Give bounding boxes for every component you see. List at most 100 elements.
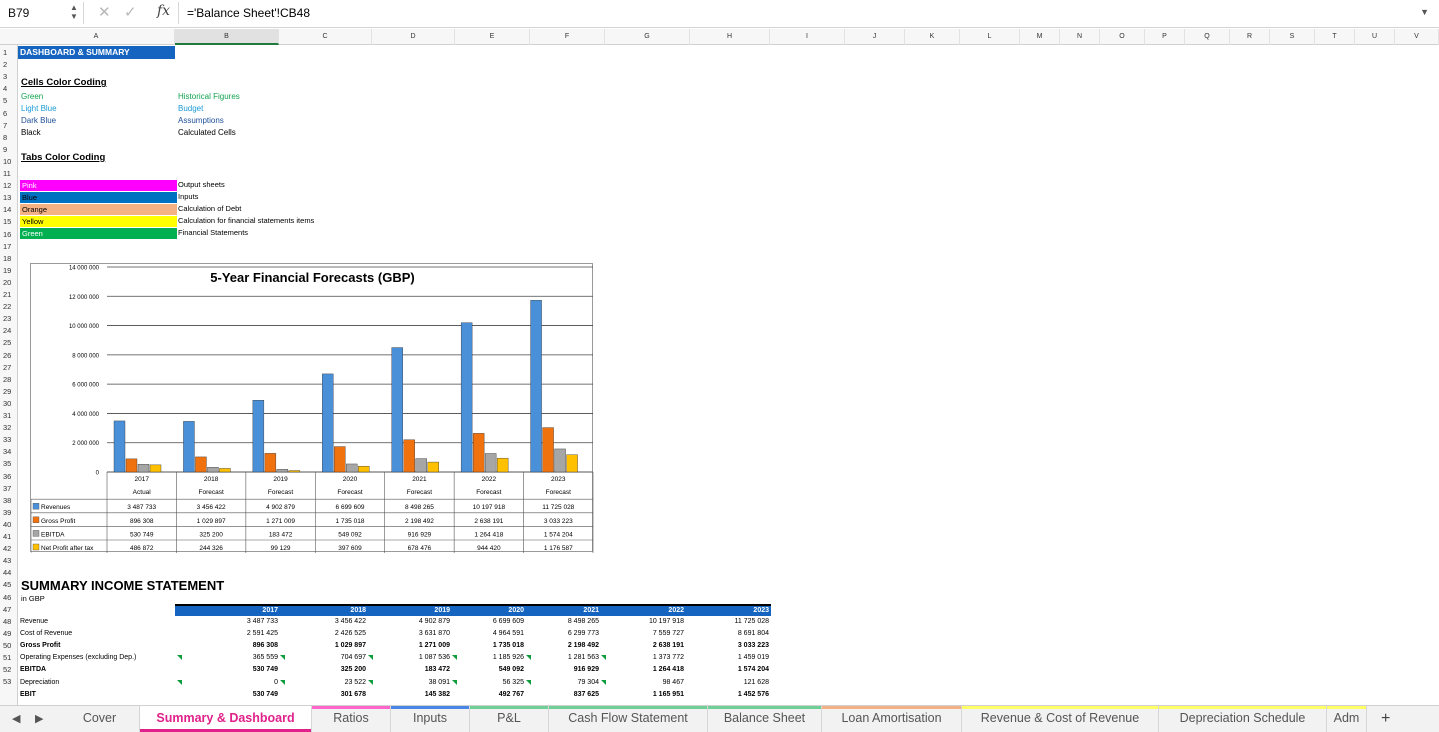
- summary-cell[interactable]: 56 325: [464, 679, 524, 686]
- cancel-icon[interactable]: ✕: [98, 3, 111, 21]
- row-header-24[interactable]: 24: [0, 326, 18, 335]
- formula-input[interactable]: ='Balance Sheet'!CB48: [178, 2, 1418, 24]
- summary-cell[interactable]: 3 631 870: [390, 630, 450, 637]
- summary-cell[interactable]: 530 749: [218, 691, 278, 698]
- summary-cell[interactable]: 2 591 425: [218, 630, 278, 637]
- summary-cell[interactable]: 1 735 018: [464, 642, 524, 649]
- sheet-tab-inputs[interactable]: Inputs: [391, 706, 470, 732]
- row-header-41[interactable]: 41: [0, 532, 18, 541]
- row-header-40[interactable]: 40: [0, 520, 18, 529]
- column-header-i[interactable]: I: [770, 29, 845, 45]
- row-header-46[interactable]: 46: [0, 593, 18, 602]
- row-header-38[interactable]: 38: [0, 496, 18, 505]
- add-sheet-icon[interactable]: +: [1381, 710, 1390, 728]
- column-header-a[interactable]: A: [18, 29, 175, 45]
- column-header-v[interactable]: V: [1395, 29, 1439, 45]
- sheet-tab-adm[interactable]: Adm: [1327, 706, 1367, 732]
- row-header-5[interactable]: 5: [0, 96, 18, 105]
- column-header-n[interactable]: N: [1060, 29, 1100, 45]
- column-header-s[interactable]: S: [1270, 29, 1315, 45]
- summary-cell[interactable]: 1 281 563: [539, 654, 599, 661]
- summary-cell[interactable]: 8 498 265: [539, 618, 599, 625]
- column-header-t[interactable]: T: [1315, 29, 1355, 45]
- column-header-o[interactable]: O: [1100, 29, 1145, 45]
- row-header-20[interactable]: 20: [0, 278, 18, 287]
- column-header-m[interactable]: M: [1020, 29, 1060, 45]
- row-header-26[interactable]: 26: [0, 351, 18, 360]
- row-header-28[interactable]: 28: [0, 375, 18, 384]
- row-header-2[interactable]: 2: [0, 60, 18, 69]
- sheet-tab-cover[interactable]: Cover: [60, 706, 140, 732]
- summary-cell[interactable]: 38 091: [390, 679, 450, 686]
- summary-cell[interactable]: 1 271 009: [390, 642, 450, 649]
- sheet-tab-cash-flow-statement[interactable]: Cash Flow Statement: [549, 706, 708, 732]
- column-header-d[interactable]: D: [372, 29, 455, 45]
- column-header-e[interactable]: E: [455, 29, 530, 45]
- row-header-25[interactable]: 25: [0, 338, 18, 347]
- row-header-6[interactable]: 6: [0, 109, 18, 118]
- row-header-33[interactable]: 33: [0, 435, 18, 444]
- row-header-39[interactable]: 39: [0, 508, 18, 517]
- summary-cell[interactable]: 1 087 536: [390, 654, 450, 661]
- column-header-f[interactable]: F: [530, 29, 605, 45]
- summary-cell[interactable]: 1 459 019: [709, 654, 769, 661]
- column-header-p[interactable]: P: [1145, 29, 1185, 45]
- row-header-11[interactable]: 11: [0, 169, 18, 178]
- column-header-r[interactable]: R: [1230, 29, 1270, 45]
- summary-cell[interactable]: 183 472: [390, 666, 450, 673]
- row-header-3[interactable]: 3: [0, 72, 18, 81]
- row-header-52[interactable]: 52: [0, 665, 18, 674]
- summary-cell[interactable]: 23 522: [306, 679, 366, 686]
- column-header-q[interactable]: Q: [1185, 29, 1230, 45]
- sheet-tab-summary-dashboard[interactable]: Summary & Dashboard: [140, 706, 312, 732]
- row-header-18[interactable]: 18: [0, 254, 18, 263]
- summary-cell[interactable]: 7 559 727: [624, 630, 684, 637]
- summary-cell[interactable]: 549 092: [464, 666, 524, 673]
- fx-icon[interactable]: fx: [157, 3, 170, 19]
- column-header-h[interactable]: H: [690, 29, 770, 45]
- summary-cell[interactable]: 0: [218, 679, 278, 686]
- row-header-45[interactable]: 45: [0, 580, 18, 589]
- summary-cell[interactable]: 837 625: [539, 691, 599, 698]
- summary-cell[interactable]: 1 185 926: [464, 654, 524, 661]
- summary-cell[interactable]: 11 725 028: [709, 618, 769, 625]
- name-box-stepper-icon[interactable]: ▲ ▼: [70, 3, 78, 21]
- column-header-k[interactable]: K: [905, 29, 960, 45]
- tab-next-icon[interactable]: ▶: [35, 712, 43, 725]
- row-header-19[interactable]: 19: [0, 266, 18, 275]
- row-header-51[interactable]: 51: [0, 653, 18, 662]
- row-header-47[interactable]: 47: [0, 605, 18, 614]
- row-header-43[interactable]: 43: [0, 556, 18, 565]
- summary-cell[interactable]: 704 697: [306, 654, 366, 661]
- forecast-chart[interactable]: 0 2 000 000 4 000 000 6 000 000 8 000 000 10 …: [30, 263, 594, 553]
- summary-cell[interactable]: 3 456 422: [306, 618, 366, 625]
- worksheet-grid[interactable]: DASHBOARD & SUMMARY Cells Color Coding G…: [18, 45, 1439, 705]
- row-header-23[interactable]: 23: [0, 314, 18, 323]
- row-header-29[interactable]: 29: [0, 387, 18, 396]
- summary-cell[interactable]: 3 487 733: [218, 618, 278, 625]
- row-header-50[interactable]: 50: [0, 641, 18, 650]
- summary-cell[interactable]: 1 264 418: [624, 666, 684, 673]
- row-header-35[interactable]: 35: [0, 459, 18, 468]
- row-header-27[interactable]: 27: [0, 363, 18, 372]
- row-header-4[interactable]: 4: [0, 84, 18, 93]
- row-header-30[interactable]: 30: [0, 399, 18, 408]
- summary-cell[interactable]: 2 638 191: [624, 642, 684, 649]
- sheet-tab-balance-sheet[interactable]: Balance Sheet: [708, 706, 822, 732]
- row-header-32[interactable]: 32: [0, 423, 18, 432]
- row-header-1[interactable]: 1: [0, 48, 18, 57]
- row-header-48[interactable]: 48: [0, 617, 18, 626]
- summary-cell[interactable]: 121 628: [709, 679, 769, 686]
- confirm-icon[interactable]: ✓: [124, 3, 137, 21]
- chevron-down-icon[interactable]: ▼: [1420, 7, 1429, 17]
- summary-cell[interactable]: 2 426 525: [306, 630, 366, 637]
- summary-cell[interactable]: 896 308: [218, 642, 278, 649]
- summary-cell[interactable]: 365 559: [218, 654, 278, 661]
- summary-cell[interactable]: 6 299 773: [539, 630, 599, 637]
- summary-cell[interactable]: 1 574 204: [709, 666, 769, 673]
- row-header-44[interactable]: 44: [0, 568, 18, 577]
- summary-cell[interactable]: 145 382: [390, 691, 450, 698]
- summary-cell[interactable]: 8 691 804: [709, 630, 769, 637]
- summary-cell[interactable]: 4 964 591: [464, 630, 524, 637]
- row-header-49[interactable]: 49: [0, 629, 18, 638]
